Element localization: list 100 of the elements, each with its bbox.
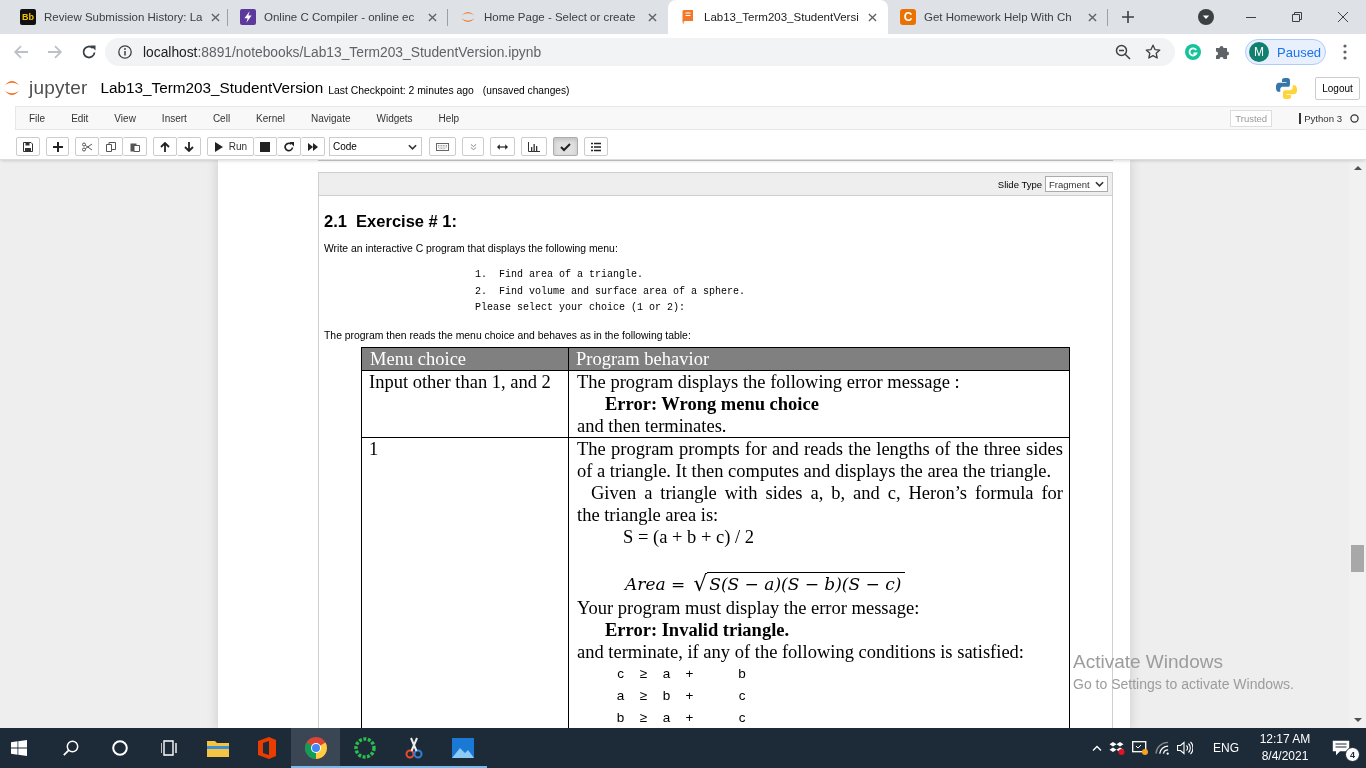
- close-icon: [1338, 12, 1348, 22]
- expand-width-button[interactable]: [490, 137, 515, 156]
- browser-tab[interactable]: C Get Homework Help With Ch: [888, 0, 1108, 34]
- zoom-out-icon[interactable]: [1115, 44, 1131, 60]
- notification-count: 4: [1345, 747, 1360, 762]
- inequality-text: b ≥ a + c: [615, 708, 747, 727]
- kernel-name: Python 3: [1299, 112, 1342, 124]
- paragraph-text: Given a triangle with sides a, b, and c, Heron’s formula for the triangle area is:: [577, 481, 1063, 526]
- monitor-alert-icon[interactable]: [1132, 741, 1148, 755]
- notification-button[interactable]: 4: [1316, 728, 1366, 768]
- list-icon: [591, 141, 601, 152]
- menu-item[interactable]: Help: [425, 107, 473, 129]
- close-icon[interactable]: [428, 12, 437, 22]
- stop-icon: [260, 141, 270, 152]
- slide-type-dropdown[interactable]: Fragment: [1045, 176, 1108, 192]
- list-button[interactable]: [584, 137, 608, 156]
- menu-item[interactable]: View: [101, 107, 149, 129]
- menu-icon[interactable]: [1343, 44, 1347, 60]
- back-arrow-icon: [13, 44, 29, 60]
- cell-text: The program displays the following error message :: [577, 370, 961, 393]
- menu-item[interactable]: Insert: [148, 107, 200, 129]
- lightning-icon: [240, 9, 256, 25]
- office-logo-icon: [255, 737, 278, 759]
- scroll-up-icon[interactable]: [1353, 166, 1362, 170]
- move-down-button[interactable]: [177, 137, 201, 156]
- menu-item[interactable]: Edit: [58, 107, 102, 129]
- menu-item[interactable]: Cell: [199, 107, 244, 129]
- scrollbar-thumb[interactable]: [1351, 545, 1364, 572]
- error-message-text: Error: Wrong menu choice: [604, 392, 820, 415]
- puzzle-piece-icon[interactable]: [1214, 44, 1230, 60]
- menu-item[interactable]: Navigate: [298, 107, 364, 129]
- paste-button[interactable]: [123, 137, 147, 156]
- language-indicator[interactable]: ENG: [1213, 741, 1239, 755]
- scroll-down-icon[interactable]: [1353, 718, 1362, 722]
- paragraph-text: The program prompts for and reads the lengths of the three sides of a triangle. It then computes and displays the area the triangle.: [577, 437, 1063, 482]
- close-icon[interactable]: [210, 12, 220, 22]
- cell-text: Your program must display the error message:: [577, 596, 921, 619]
- clipboard-icon: [129, 141, 140, 152]
- browser-tab[interactable]: Home Page - Select or create: [448, 0, 668, 34]
- circle-icon: [111, 740, 128, 756]
- copy-icon: [105, 141, 116, 152]
- checkpoint-text: Last Checkpoint: 2 minutes ago: [328, 84, 474, 96]
- error-message-text: Error: Invalid triangle.: [604, 618, 791, 641]
- double-arrow-icon: [497, 141, 508, 152]
- browser-tab[interactable]: Lab13_Term203_StudentVersi: [668, 0, 888, 34]
- plus-icon: [52, 141, 63, 152]
- menu-item[interactable]: File: [16, 107, 59, 129]
- cell-type-dropdown[interactable]: Code: [329, 137, 422, 156]
- four-panes-logo-icon: [10, 740, 27, 756]
- menu-item[interactable]: Kernel: [243, 107, 298, 129]
- insert-cell-button[interactable]: [46, 137, 69, 156]
- copy-button[interactable]: [99, 137, 123, 156]
- cell-text: and then terminates.: [577, 414, 728, 437]
- stop-button[interactable]: [254, 137, 277, 156]
- speaker-icon[interactable]: [1177, 741, 1193, 755]
- star-icon[interactable]: [1145, 44, 1161, 60]
- address-bar[interactable]: localhost:8891/notebooks/Lab13_Term203_StudentVersion.ipynb: [105, 38, 1175, 66]
- wifi-icon[interactable]: [1155, 741, 1170, 755]
- diamond-alert-icon[interactable]: [1109, 741, 1125, 755]
- browser-tab[interactable]: Online C Compiler - online ec: [228, 0, 448, 34]
- keyboard-icon: [436, 141, 449, 152]
- paragraph-text: Write an interactive C program that displays the following menu:: [324, 242, 619, 256]
- keyboard-button[interactable]: [429, 137, 456, 156]
- chevron-down-icon: [408, 143, 417, 150]
- cut-button[interactable]: [75, 137, 99, 156]
- clock-button[interactable]: 12:17 AM 8/4/2021: [1254, 731, 1316, 765]
- fast-forward-icon: [307, 141, 318, 152]
- restart-icon: [283, 141, 294, 152]
- ring-icon: [353, 737, 376, 759]
- browser-tab[interactable]: Bb Review Submission History: La: [8, 0, 228, 34]
- logout-button[interactable]: Logout: [1315, 76, 1360, 100]
- restore-icon: [1292, 12, 1302, 22]
- book-icon: [680, 9, 696, 25]
- kernel-status-icon: [1350, 113, 1359, 123]
- minimize-icon: [1246, 16, 1256, 18]
- chart-button[interactable]: [521, 137, 547, 156]
- taskbar-app-button[interactable]: [291, 728, 340, 768]
- run-all-button[interactable]: [301, 137, 325, 156]
- profile-button[interactable]: M Paused: [1245, 39, 1326, 65]
- run-button[interactable]: Run: [207, 137, 254, 156]
- close-icon[interactable]: [868, 12, 877, 22]
- bar-chart-icon: [528, 141, 540, 152]
- activation-notice-title: Activate Windows: [1073, 650, 1224, 674]
- column-header: Menu choice: [361, 347, 569, 370]
- restart-button[interactable]: [277, 137, 301, 156]
- menu-item[interactable]: Widgets: [363, 107, 426, 129]
- column-header: Program behavior: [568, 347, 1070, 370]
- arrow-down-icon: [183, 141, 194, 152]
- new-tab-plus-icon[interactable]: [1122, 11, 1134, 23]
- cell-toolbar-toggle[interactable]: [553, 137, 578, 156]
- dropdown-icon[interactable]: [1198, 9, 1214, 25]
- notebook-title[interactable]: Lab13_Term203_StudentVersion: [100, 79, 324, 97]
- move-up-button[interactable]: [153, 137, 177, 156]
- save-button[interactable]: [16, 137, 40, 156]
- info-icon: [118, 45, 132, 59]
- close-icon[interactable]: [648, 12, 657, 22]
- close-icon[interactable]: [1088, 12, 1097, 22]
- play-icon: [213, 141, 224, 152]
- arrow-up-icon: [160, 141, 170, 152]
- python-logo-icon: [1275, 76, 1298, 100]
